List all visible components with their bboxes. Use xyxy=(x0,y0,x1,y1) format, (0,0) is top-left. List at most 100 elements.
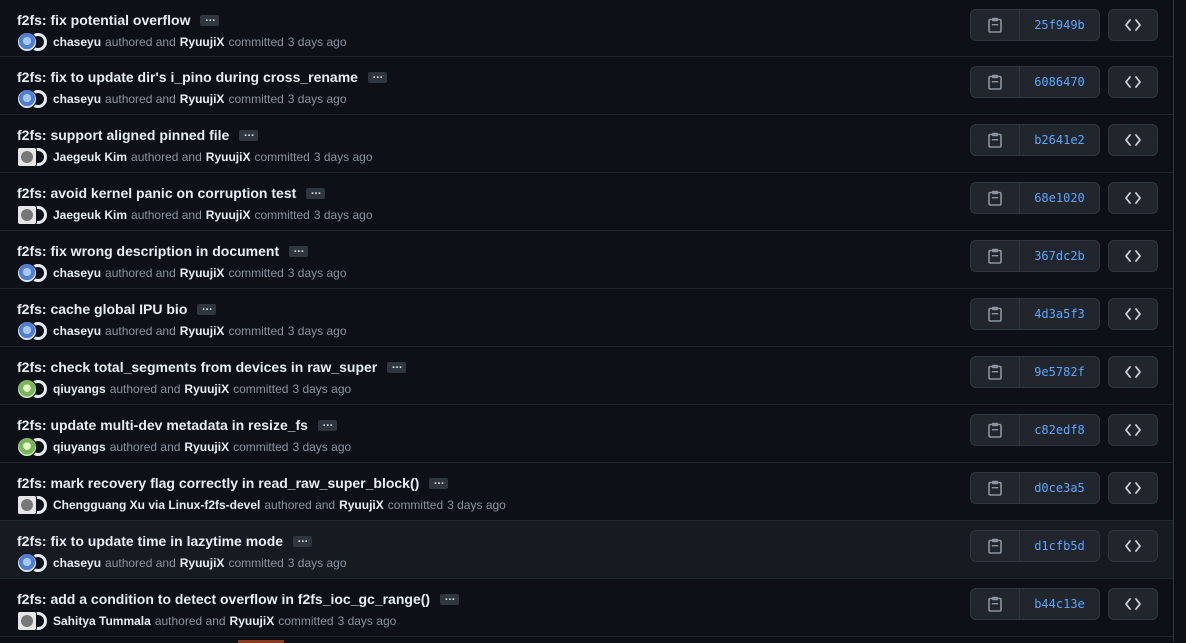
committer-link[interactable]: RyuujiX xyxy=(180,556,225,570)
code-icon xyxy=(1125,250,1141,262)
commit-message-link[interactable]: f2fs: mark recovery flag correctly in re… xyxy=(17,475,419,491)
commit-message-link[interactable]: f2fs: fix to update dir's i_pino during … xyxy=(17,69,358,85)
copy-sha-button[interactable] xyxy=(971,241,1020,271)
author-avatar[interactable] xyxy=(17,379,37,399)
commit-sha-link[interactable]: 367dc2b xyxy=(1020,241,1099,271)
committer-link[interactable]: RyuujiX xyxy=(206,208,251,222)
expand-message-button[interactable]: … xyxy=(387,359,407,373)
browse-repo-button[interactable] xyxy=(1108,66,1158,98)
author-link[interactable]: chaseyu xyxy=(53,92,101,106)
expand-message-button[interactable]: … xyxy=(200,12,220,26)
committer-link[interactable]: RyuujiX xyxy=(180,92,225,106)
author-link[interactable]: chaseyu xyxy=(53,556,101,570)
commit-title-line: f2fs: avoid kernel panic on corruption t… xyxy=(17,184,326,202)
browse-repo-button[interactable] xyxy=(1108,530,1158,562)
browse-repo-button[interactable] xyxy=(1108,240,1158,272)
committer-link[interactable]: RyuujiX xyxy=(184,382,229,396)
commit-time: 3 days ago xyxy=(287,35,347,49)
commit-meta: qiuyangs authored and RyuujiX committed … xyxy=(17,437,351,457)
copy-sha-button[interactable] xyxy=(971,415,1020,445)
author-avatar[interactable] xyxy=(17,437,37,457)
committer-link[interactable]: RyuujiX xyxy=(180,266,225,280)
code-icon xyxy=(1125,19,1141,31)
commit-sha-link[interactable]: c82edf8 xyxy=(1020,415,1099,445)
author-avatar[interactable] xyxy=(17,263,37,283)
commit-sha-link[interactable]: d1cfb5d xyxy=(1020,531,1099,561)
commit-message-link[interactable]: f2fs: support aligned pinned file xyxy=(17,127,229,143)
browse-repo-button[interactable] xyxy=(1108,414,1158,446)
copy-sha-button[interactable] xyxy=(971,183,1020,213)
authored-label: authored and xyxy=(109,440,181,454)
copy-sha-button[interactable] xyxy=(971,125,1020,155)
committer-link[interactable]: RyuujiX xyxy=(230,614,275,628)
author-avatar[interactable] xyxy=(17,611,37,631)
commit-row: f2fs: support aligned pinned file … Jaeg… xyxy=(0,115,1173,173)
commit-message-link[interactable]: f2fs: check total_segments from devices … xyxy=(17,359,377,375)
copy-sha-button[interactable] xyxy=(971,531,1020,561)
browse-repo-button[interactable] xyxy=(1108,298,1158,330)
commit-sha-link[interactable]: 68e1020 xyxy=(1020,183,1099,213)
author-avatar[interactable] xyxy=(17,147,37,167)
author-link[interactable]: qiuyangs xyxy=(53,440,106,454)
expand-message-button[interactable]: … xyxy=(306,185,326,199)
commit-row: f2fs: fix to update dir's i_pino during … xyxy=(0,57,1173,115)
copy-sha-button[interactable] xyxy=(971,67,1020,97)
commit-sha-link[interactable]: 25f949b xyxy=(1020,10,1099,40)
commit-message-link[interactable]: f2fs: fix wrong description in document xyxy=(17,243,279,259)
commit-message-link[interactable]: f2fs: fix potential overflow xyxy=(17,12,190,28)
author-link[interactable]: chaseyu xyxy=(53,35,101,49)
commit-message-link[interactable]: f2fs: update multi-dev metadata in resiz… xyxy=(17,417,308,433)
browse-repo-button[interactable] xyxy=(1108,124,1158,156)
author-link[interactable]: Chengguang Xu via Linux-f2fs-devel xyxy=(53,498,260,512)
expand-message-button[interactable]: … xyxy=(239,127,259,141)
commit-message-link[interactable]: f2fs: add a condition to detect overflow… xyxy=(17,591,430,607)
expand-message-button[interactable]: … xyxy=(440,591,460,605)
browse-repo-button[interactable] xyxy=(1108,588,1158,620)
commit-sha-link[interactable]: d0ce3a5 xyxy=(1020,473,1099,503)
committer-link[interactable]: RyuujiX xyxy=(184,440,229,454)
expand-message-button[interactable]: … xyxy=(317,417,337,431)
browse-repo-button[interactable] xyxy=(1108,9,1158,41)
copy-sha-button[interactable] xyxy=(971,473,1020,503)
copy-sha-button[interactable] xyxy=(971,589,1020,619)
expand-message-button[interactable]: … xyxy=(367,69,387,83)
author-avatar[interactable] xyxy=(17,495,37,515)
committer-link[interactable]: RyuujiX xyxy=(339,498,384,512)
commit-sha-link[interactable]: 9e5782f xyxy=(1020,357,1099,387)
commit-message-link[interactable]: f2fs: cache global IPU bio xyxy=(17,301,187,317)
browse-repo-button[interactable] xyxy=(1108,356,1158,388)
committer-link[interactable]: RyuujiX xyxy=(206,150,251,164)
expand-message-button[interactable]: … xyxy=(289,243,309,257)
committed-label: committed xyxy=(228,266,284,280)
author-avatar[interactable] xyxy=(17,321,37,341)
author-avatar[interactable] xyxy=(17,32,37,52)
commit-sha-link[interactable]: b44c13e xyxy=(1020,589,1099,619)
copy-sha-button[interactable] xyxy=(971,10,1020,40)
author-avatar[interactable] xyxy=(17,553,37,573)
author-link[interactable]: qiuyangs xyxy=(53,382,106,396)
copy-sha-button[interactable] xyxy=(971,357,1020,387)
commit-sha-link[interactable]: b2641e2 xyxy=(1020,125,1099,155)
avatar-stack xyxy=(17,437,48,457)
browse-repo-button[interactable] xyxy=(1108,472,1158,504)
commit-sha-link[interactable]: 4d3a5f3 xyxy=(1020,299,1099,329)
expand-message-button[interactable]: … xyxy=(429,475,449,489)
author-link[interactable]: Jaegeuk Kim xyxy=(53,150,127,164)
commit-sha-link[interactable]: 6086470 xyxy=(1020,67,1099,97)
author-link[interactable]: Jaegeuk Kim xyxy=(53,208,127,222)
copy-sha-button[interactable] xyxy=(971,299,1020,329)
committer-link[interactable]: RyuujiX xyxy=(180,35,225,49)
commit-message-link[interactable]: f2fs: fix to update time in lazytime mod… xyxy=(17,533,283,549)
committer-link[interactable]: RyuujiX xyxy=(180,324,225,338)
commit-message-link[interactable]: f2fs: avoid kernel panic on corruption t… xyxy=(17,185,296,201)
code-icon xyxy=(1125,134,1141,146)
expand-message-button[interactable]: … xyxy=(197,301,217,315)
expand-message-button[interactable]: … xyxy=(293,533,313,547)
browse-repo-button[interactable] xyxy=(1108,182,1158,214)
author-avatar[interactable] xyxy=(17,89,37,109)
author-link[interactable]: chaseyu xyxy=(53,324,101,338)
author-link[interactable]: Sahitya Tummala xyxy=(53,614,151,628)
author-link[interactable]: chaseyu xyxy=(53,266,101,280)
author-avatar[interactable] xyxy=(17,205,37,225)
copy-icon xyxy=(988,132,1002,148)
